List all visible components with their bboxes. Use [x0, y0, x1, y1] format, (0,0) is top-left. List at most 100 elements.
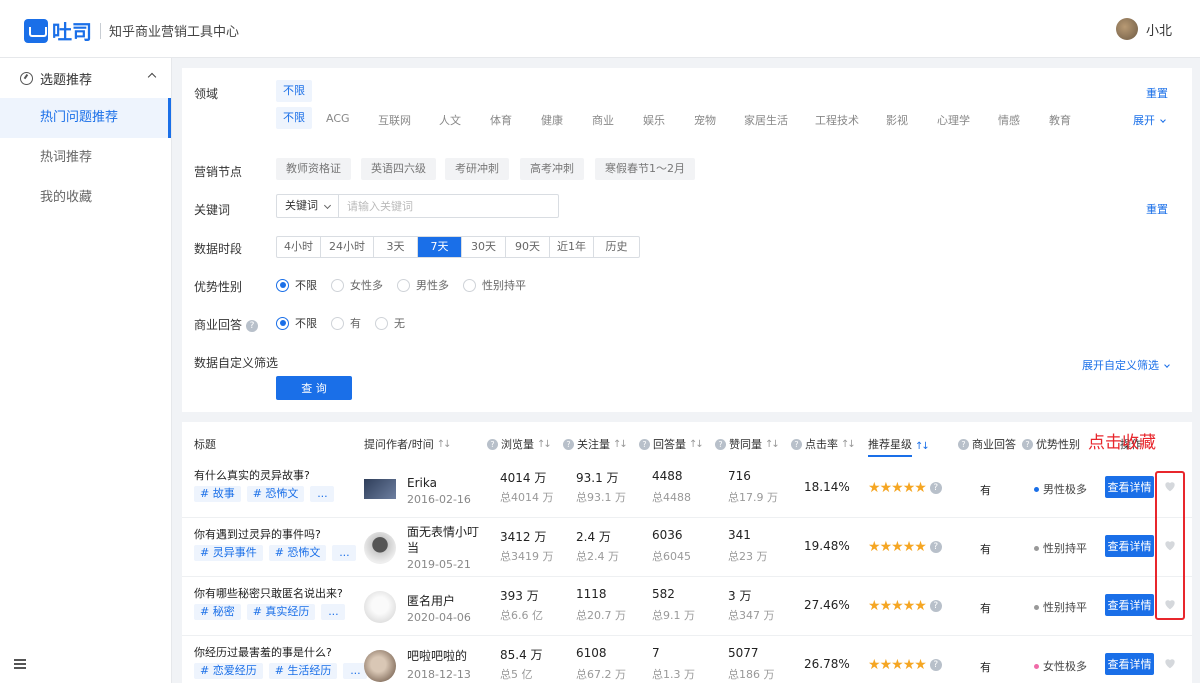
help-icon[interactable]: ?: [791, 438, 802, 450]
more-tags[interactable]: ...: [332, 545, 357, 561]
view-detail-button[interactable]: 查看详情: [1105, 653, 1154, 675]
topic-tag[interactable]: # 恋爱经历: [194, 663, 263, 679]
gender-radio-female[interactable]: 女性多: [331, 277, 383, 293]
period-option-24h[interactable]: 24小时: [321, 237, 374, 257]
question-title[interactable]: 有什么真实的灵异故事?: [194, 467, 310, 483]
avatar[interactable]: [1115, 18, 1138, 40]
heart-icon[interactable]: [1163, 656, 1177, 670]
brand-logo[interactable]: 吐司 知乎商业营销工具中心: [24, 16, 239, 45]
sort-icon[interactable]: ↑↓: [537, 439, 552, 450]
col-biz[interactable]: ? 商业回答: [958, 436, 1016, 452]
domain-option-film[interactable]: 影视: [886, 112, 908, 128]
author-name[interactable]: 匿名用户: [407, 593, 487, 609]
period-option-1y[interactable]: 近1年: [550, 237, 594, 257]
period-option-7d[interactable]: 7天: [418, 237, 462, 257]
topic-tag[interactable]: # 灵异事件: [194, 545, 263, 561]
help-icon[interactable]: ?: [929, 659, 942, 671]
domain-option-engineering[interactable]: 工程技术: [815, 112, 859, 128]
topic-tag[interactable]: # 恐怖文: [246, 486, 305, 502]
topic-tag[interactable]: # 秘密: [194, 604, 241, 620]
marketing-chip-kaoyan[interactable]: 考研冲刺: [445, 158, 509, 180]
col-author[interactable]: 提问作者/时间 ↑↓: [364, 436, 452, 452]
marketing-chip-cet[interactable]: 英语四六级: [361, 158, 436, 180]
sidebar-item-favorites[interactable]: 我的收藏: [0, 178, 171, 218]
view-detail-button[interactable]: 查看详情: [1105, 535, 1154, 557]
user-menu[interactable]: 小北: [1115, 18, 1172, 40]
domain-option-humanities[interactable]: 人文: [439, 112, 461, 128]
col-gender[interactable]: ? 优势性别: [1022, 436, 1080, 452]
help-icon[interactable]: ?: [639, 438, 650, 450]
topic-tag[interactable]: # 生活经历: [268, 663, 338, 679]
sort-icon[interactable]: ↑↓: [437, 439, 452, 450]
question-title[interactable]: 你经历过最害羞的事是什么?: [194, 644, 332, 660]
col-likes[interactable]: ? 赞同量 ↑↓: [715, 436, 780, 452]
gender-radio-unlimited[interactable]: 不限: [276, 277, 317, 293]
domain-option-education[interactable]: 教育: [1049, 112, 1071, 128]
domain-option-unlimited[interactable]: 不限: [276, 107, 312, 129]
period-option-90d[interactable]: 90天: [506, 237, 550, 257]
question-title[interactable]: 你有哪些秘密只敢匿名说出来?: [194, 585, 343, 601]
col-ctr[interactable]: ? 点击率 ↑↓: [791, 436, 856, 452]
biz-radio-yes[interactable]: 有: [331, 315, 361, 331]
sidebar-item-hot-questions[interactable]: 热门问题推荐: [0, 98, 171, 138]
help-icon[interactable]: ?: [929, 482, 942, 494]
sidebar-section-topics[interactable]: 选题推荐: [0, 58, 171, 98]
topic-tag[interactable]: # 真实经历: [246, 604, 316, 620]
help-icon[interactable]: ?: [929, 541, 942, 553]
sort-icon[interactable]: ↑↓: [613, 439, 628, 450]
domain-option-psychology[interactable]: 心理学: [937, 112, 970, 128]
biz-radio-no[interactable]: 无: [375, 315, 405, 331]
help-icon[interactable]: ?: [929, 600, 942, 612]
biz-radio-unlimited[interactable]: 不限: [276, 315, 317, 331]
question-title[interactable]: 你有遇到过灵异的事件吗?: [194, 526, 321, 542]
view-detail-button[interactable]: 查看详情: [1105, 594, 1154, 616]
help-icon[interactable]: ?: [715, 438, 726, 450]
period-option-4h[interactable]: 4小时: [277, 237, 321, 257]
domain-option-business[interactable]: 商业: [592, 112, 614, 128]
domain-option-pets[interactable]: 宠物: [694, 112, 716, 128]
view-detail-button[interactable]: 查看详情: [1105, 476, 1154, 498]
col-answers[interactable]: ? 回答量 ↑↓: [639, 436, 704, 452]
col-follows[interactable]: ? 关注量 ↑↓: [563, 436, 628, 452]
domain-option-internet[interactable]: 互联网: [378, 112, 411, 128]
query-button[interactable]: 查 询: [276, 376, 352, 400]
period-option-history[interactable]: 历史: [594, 237, 639, 257]
domain-option-acg[interactable]: ACG: [326, 112, 350, 125]
author-name[interactable]: Erika: [407, 475, 487, 491]
help-icon[interactable]: ?: [958, 438, 969, 450]
domain-option-entertainment[interactable]: 娱乐: [643, 112, 665, 128]
domain-unlimited-top[interactable]: 不限: [276, 80, 312, 102]
domain-option-emotion[interactable]: 情感: [998, 112, 1020, 128]
sort-icon[interactable]: ↑↓: [765, 439, 780, 450]
period-option-3d[interactable]: 3天: [374, 237, 418, 257]
domain-option-home[interactable]: 家居生活: [744, 112, 788, 128]
col-stars[interactable]: 推荐星级 ↑↓: [868, 436, 930, 457]
domain-option-health[interactable]: 健康: [541, 112, 563, 128]
chevron-up-icon[interactable]: [147, 72, 157, 82]
domain-option-sports[interactable]: 体育: [490, 112, 512, 128]
help-icon[interactable]: ?: [487, 438, 498, 450]
topic-tag[interactable]: # 故事: [194, 486, 241, 502]
gender-radio-male[interactable]: 男性多: [397, 277, 449, 293]
marketing-chip-teacher[interactable]: 教师资格证: [276, 158, 351, 180]
keyword-reset-link[interactable]: 重置: [1146, 201, 1168, 217]
help-icon[interactable]: ?: [1022, 438, 1033, 450]
help-icon[interactable]: ?: [563, 438, 574, 450]
marketing-chip-gaokao[interactable]: 高考冲刺: [520, 158, 584, 180]
author-name[interactable]: 面无表情小叮当: [407, 524, 487, 556]
custom-filter-expand-link[interactable]: 展开自定义筛选: [1082, 357, 1170, 373]
collapse-sidebar-icon[interactable]: [14, 659, 26, 669]
gender-radio-balanced[interactable]: 性别持平: [463, 277, 526, 293]
col-views[interactable]: ? 浏览量 ↑↓: [487, 436, 552, 452]
help-icon[interactable]: ?: [246, 319, 259, 332]
domain-reset-link[interactable]: 重置: [1146, 85, 1168, 101]
sort-icon[interactable]: ↑↓: [841, 439, 856, 450]
more-tags[interactable]: ...: [310, 486, 335, 502]
domain-expand-link[interactable]: 展开: [1133, 112, 1166, 128]
topic-tag[interactable]: # 恐怖文: [268, 545, 327, 561]
period-option-30d[interactable]: 30天: [462, 237, 506, 257]
keyword-input[interactable]: [339, 195, 558, 217]
sidebar-item-hot-words[interactable]: 热词推荐: [0, 138, 171, 178]
marketing-chip-winter[interactable]: 寒假春节1～2月: [595, 158, 695, 180]
sort-icon[interactable]: ↑↓: [915, 441, 930, 452]
